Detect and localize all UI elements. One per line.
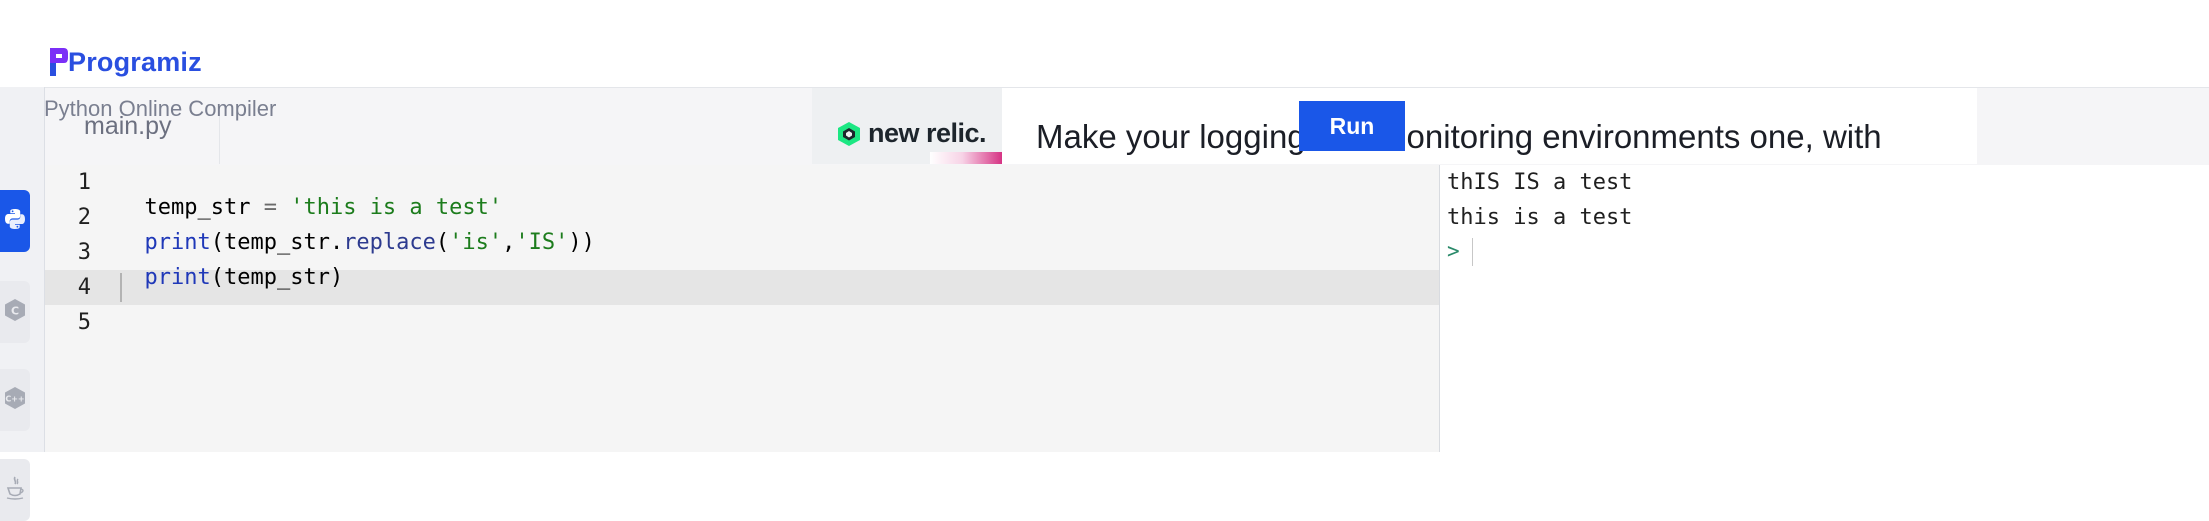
- ad-thumbnail: [930, 152, 1002, 164]
- shell-cursor[interactable]: [1472, 238, 1473, 266]
- page-title: Python Online Compiler: [44, 96, 277, 121]
- programiz-logo[interactable]: Programiz: [48, 46, 202, 78]
- ad-headline[interactable]: Make your logging and monitoring environ…: [1036, 118, 1882, 156]
- line-number: 4: [77, 275, 91, 300]
- line-number: 1: [77, 170, 91, 195]
- output-line: thIS IS a test: [1447, 170, 1633, 195]
- programiz-logo-mark-icon: [48, 46, 68, 78]
- code-token: )): [568, 230, 595, 255]
- code-token: (: [435, 230, 450, 255]
- code-token: ,: [502, 230, 516, 255]
- java-icon: [4, 475, 26, 505]
- code-token: print: [144, 265, 211, 290]
- sidebar-item-python[interactable]: [0, 190, 30, 252]
- line-number: 5: [77, 310, 91, 335]
- line-number: 2: [77, 205, 91, 230]
- svg-text:C: C: [11, 305, 19, 318]
- svg-text:C++: C++: [5, 395, 24, 404]
- code-token: 'IS': [515, 230, 569, 255]
- text-cursor: [120, 273, 122, 302]
- python-icon: [3, 207, 27, 235]
- sidebar-item-cpp[interactable]: C++: [0, 369, 30, 431]
- sidebar-item-java[interactable]: [0, 459, 30, 521]
- new-relic-logo-icon: [836, 121, 862, 147]
- code-token: (temp_str): [210, 265, 344, 290]
- shell-prompt: >: [1447, 239, 1460, 263]
- code-token: replace: [343, 230, 436, 255]
- output-line: this is a test: [1447, 205, 1633, 230]
- sidebar-item-c[interactable]: C: [0, 281, 30, 343]
- line-number: 3: [77, 240, 91, 265]
- ad-logo-panel[interactable]: new relic.: [812, 88, 1002, 164]
- code-token: 'is': [449, 230, 503, 255]
- language-sidebar: C C++: [0, 87, 45, 521]
- brand-name: Programiz: [68, 46, 202, 77]
- code-line[interactable]: print(temp_str): [118, 240, 344, 290]
- c-icon: C: [4, 298, 26, 326]
- cpp-icon: C++: [4, 386, 26, 414]
- ad-brand: new relic.: [868, 118, 987, 148]
- run-button[interactable]: Run: [1299, 101, 1405, 151]
